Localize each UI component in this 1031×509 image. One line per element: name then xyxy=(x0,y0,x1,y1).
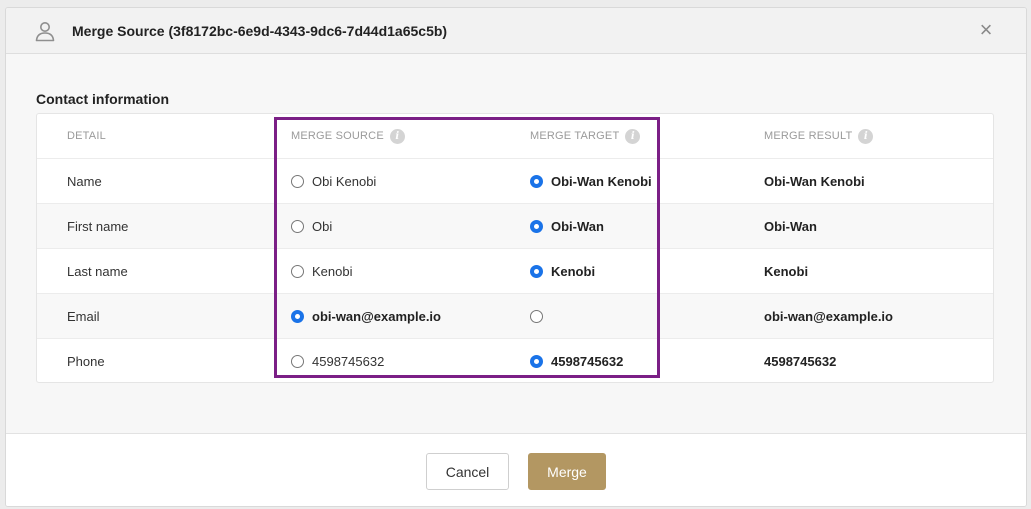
source-option-last-name[interactable]: Kenobi xyxy=(291,249,352,293)
target-option-first-name[interactable]: Obi-Wan xyxy=(530,204,604,248)
source-option-name[interactable]: Obi Kenobi xyxy=(291,159,376,203)
merge-dialog: Merge Source (3f8172bc-6e9d-4343-9dc6-7d… xyxy=(5,7,1027,507)
source-option-phone[interactable]: 4598745632 xyxy=(291,339,384,383)
table-row-name: Name Obi Kenobi Obi-Wan Kenobi Obi-Wan K… xyxy=(37,158,993,203)
info-icon[interactable]: i xyxy=(625,128,641,144)
source-option-email[interactable]: obi-wan@example.io xyxy=(291,294,441,338)
result-value: 4598745632 xyxy=(764,353,837,369)
source-radio-first-name[interactable] xyxy=(291,219,304,233)
source-value: obi-wan@example.io xyxy=(312,308,441,324)
dialog-title: Merge Source (3f8172bc-6e9d-4343-9dc6-7d… xyxy=(72,23,448,39)
column-header-merge-target-label: MERGE TARGET xyxy=(530,130,620,142)
source-radio-phone[interactable] xyxy=(291,354,304,368)
target-option-email[interactable] xyxy=(530,294,551,338)
result-value: Obi-Wan xyxy=(764,218,817,234)
target-option-last-name[interactable]: Kenobi xyxy=(530,249,595,293)
dialog-footer: Cancel Merge xyxy=(6,435,1026,506)
target-option-phone[interactable]: 4598745632 xyxy=(530,339,623,383)
user-icon xyxy=(34,20,56,42)
table-row-email: Email obi-wan@example.io obi-wan@example… xyxy=(37,293,993,338)
table-row-first-name: First name Obi Obi-Wan Obi-Wan xyxy=(37,203,993,248)
column-header-merge-result: MERGE RESULT i xyxy=(764,114,874,158)
dialog-header: Merge Source (3f8172bc-6e9d-4343-9dc6-7d… xyxy=(6,8,1026,54)
target-value: Kenobi xyxy=(551,263,596,279)
target-radio-first-name[interactable] xyxy=(530,219,543,233)
result-value: Obi-Wan Kenobi xyxy=(764,173,865,189)
target-radio-name[interactable] xyxy=(530,174,543,188)
target-radio-last-name[interactable] xyxy=(530,264,543,278)
column-header-merge-source: MERGE SOURCE i xyxy=(291,114,405,158)
close-icon[interactable]: × xyxy=(976,19,996,41)
source-value: Obi xyxy=(312,218,333,234)
info-icon[interactable]: i xyxy=(389,128,405,144)
source-radio-last-name[interactable] xyxy=(291,264,304,278)
result-value: obi-wan@example.io xyxy=(764,308,893,324)
table-row-phone: Phone 4598745632 4598745632 4598745632 xyxy=(37,338,993,383)
merge-table: DETAIL MERGE SOURCE i MERGE TARGET i MER… xyxy=(36,113,994,383)
target-radio-email[interactable] xyxy=(530,309,543,323)
source-value: Kenobi xyxy=(312,263,353,279)
section-title: Contact information xyxy=(36,91,169,107)
row-detail-label: Last name xyxy=(67,263,128,279)
source-value: Obi Kenobi xyxy=(312,173,377,189)
table-row-last-name: Last name Kenobi Kenobi Kenobi xyxy=(37,248,993,293)
table-header-row: DETAIL MERGE SOURCE i MERGE TARGET i MER… xyxy=(37,114,993,158)
target-value: Obi-Wan xyxy=(551,218,604,234)
source-value: 4598745632 xyxy=(312,353,385,369)
source-option-first-name[interactable]: Obi xyxy=(291,204,332,248)
merge-button[interactable]: Merge xyxy=(528,453,606,490)
target-option-name[interactable]: Obi-Wan Kenobi xyxy=(530,159,652,203)
row-detail-label: Phone xyxy=(67,353,105,369)
row-detail-label: First name xyxy=(67,218,129,234)
source-radio-name[interactable] xyxy=(291,174,304,188)
target-value: 4598745632 xyxy=(551,353,624,369)
cancel-button[interactable]: Cancel xyxy=(426,453,509,490)
info-icon[interactable]: i xyxy=(858,128,874,144)
row-detail-label: Email xyxy=(67,308,100,324)
target-radio-phone[interactable] xyxy=(530,354,543,368)
source-radio-email[interactable] xyxy=(291,309,304,323)
row-detail-label: Name xyxy=(67,173,102,189)
column-header-detail: DETAIL xyxy=(67,130,106,142)
column-header-merge-source-label: MERGE SOURCE xyxy=(291,130,384,142)
result-value: Kenobi xyxy=(764,263,809,279)
column-header-merge-result-label: MERGE RESULT xyxy=(764,130,853,142)
dialog-body: Contact information DETAIL MERGE SOURCE … xyxy=(6,54,1026,434)
target-value: Obi-Wan Kenobi xyxy=(551,173,652,189)
column-header-merge-target: MERGE TARGET i xyxy=(530,114,641,158)
